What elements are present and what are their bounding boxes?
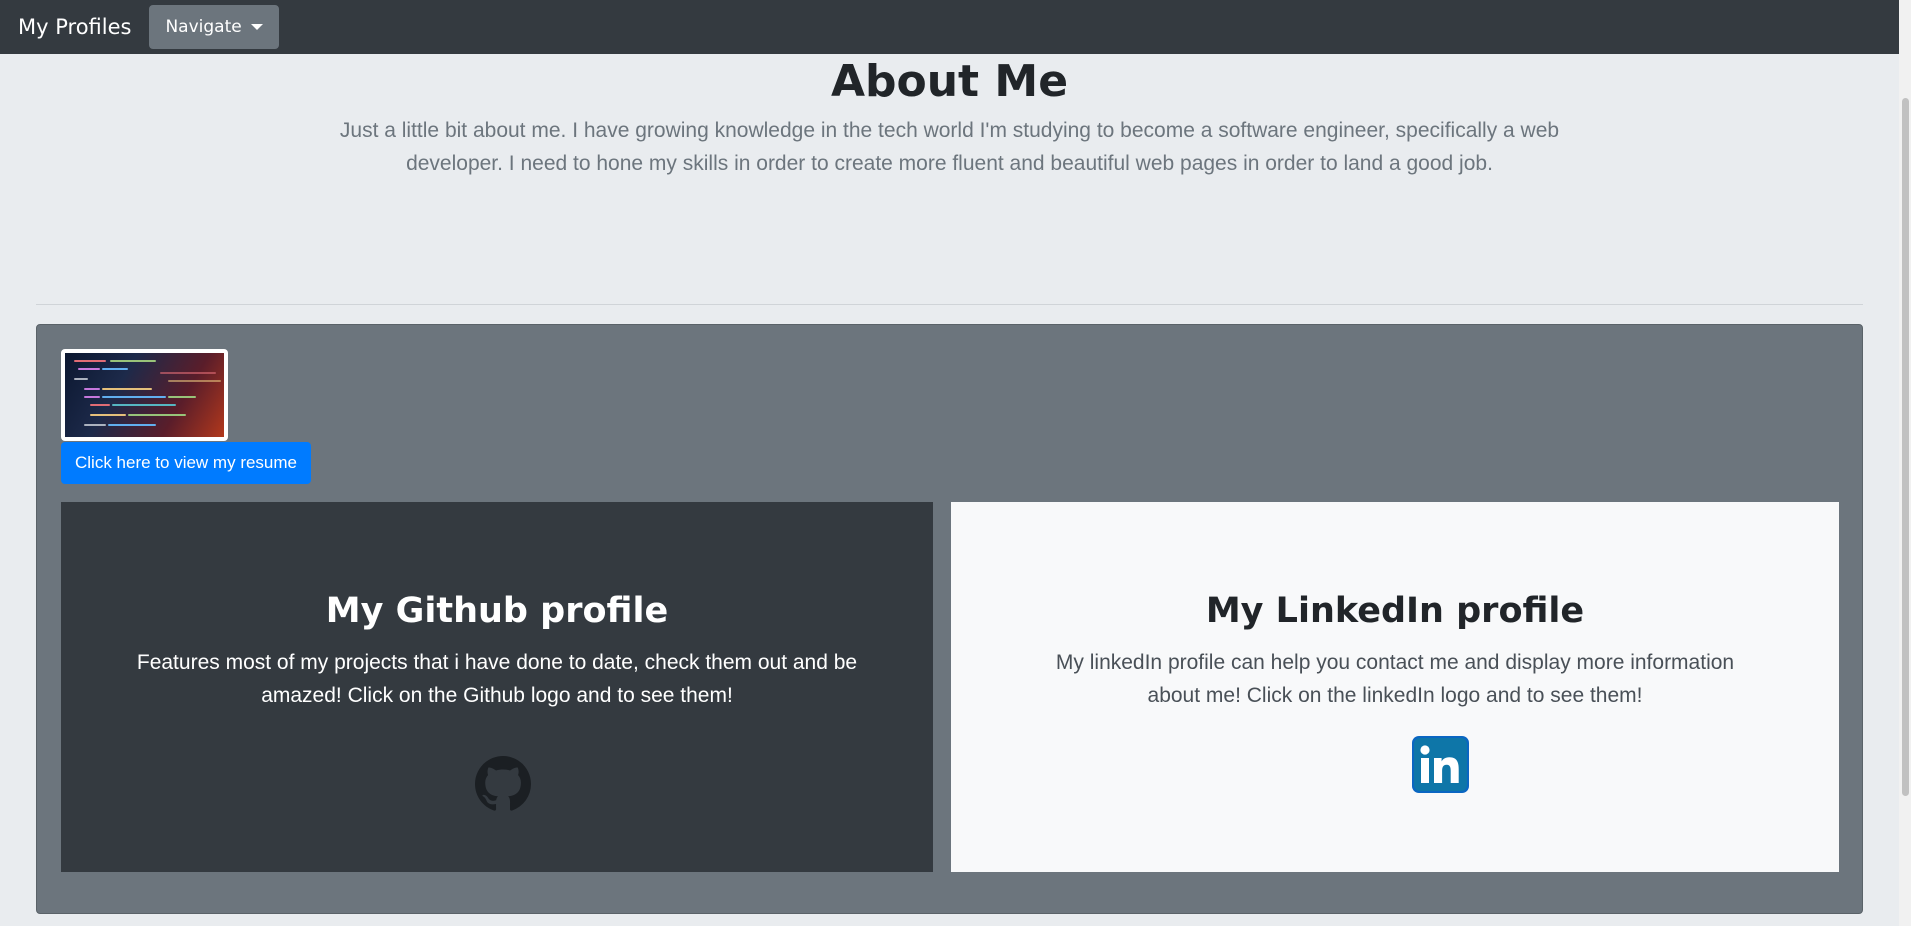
section-divider: [36, 304, 1863, 305]
linkedin-logo-svg: [1412, 736, 1469, 793]
linkedin-card-text: My linkedIn profile can help you contact…: [1055, 651, 1735, 707]
navbar-brand[interactable]: My Profiles: [18, 15, 131, 39]
scrollbar-thumb[interactable]: [1902, 98, 1909, 796]
about-lead-text: Just a little bit about me. I have growi…: [339, 119, 1560, 175]
view-resume-button[interactable]: Click here to view my resume: [61, 442, 312, 484]
navigate-dropdown-label: Navigate: [165, 17, 242, 37]
profiles-panel: Click here to view my resume My Github p…: [36, 324, 1863, 914]
linkedin-card-title: My LinkedIn profile: [1205, 591, 1585, 631]
linkedin-icon[interactable]: [1412, 736, 1469, 793]
code-screenshot-icon: [74, 360, 221, 426]
resume-thumbnail-image[interactable]: [61, 349, 228, 441]
vertical-scrollbar[interactable]: [1899, 0, 1911, 926]
caret-down-icon: [250, 24, 263, 30]
github-card-title: My Github profile: [325, 591, 669, 631]
page-title: About Me: [830, 56, 1069, 107]
github-logo-svg: [475, 756, 531, 811]
top-navbar: My Profiles Navigate: [0, 0, 1899, 54]
github-card-text: Features most of my projects that i have…: [136, 651, 858, 707]
linkedin-card: My LinkedIn profile My linkedIn profile …: [951, 502, 1839, 872]
navigate-dropdown-button[interactable]: Navigate: [149, 5, 279, 49]
github-icon[interactable]: [475, 756, 531, 812]
github-card: My Github profile Features most of my pr…: [61, 502, 933, 872]
